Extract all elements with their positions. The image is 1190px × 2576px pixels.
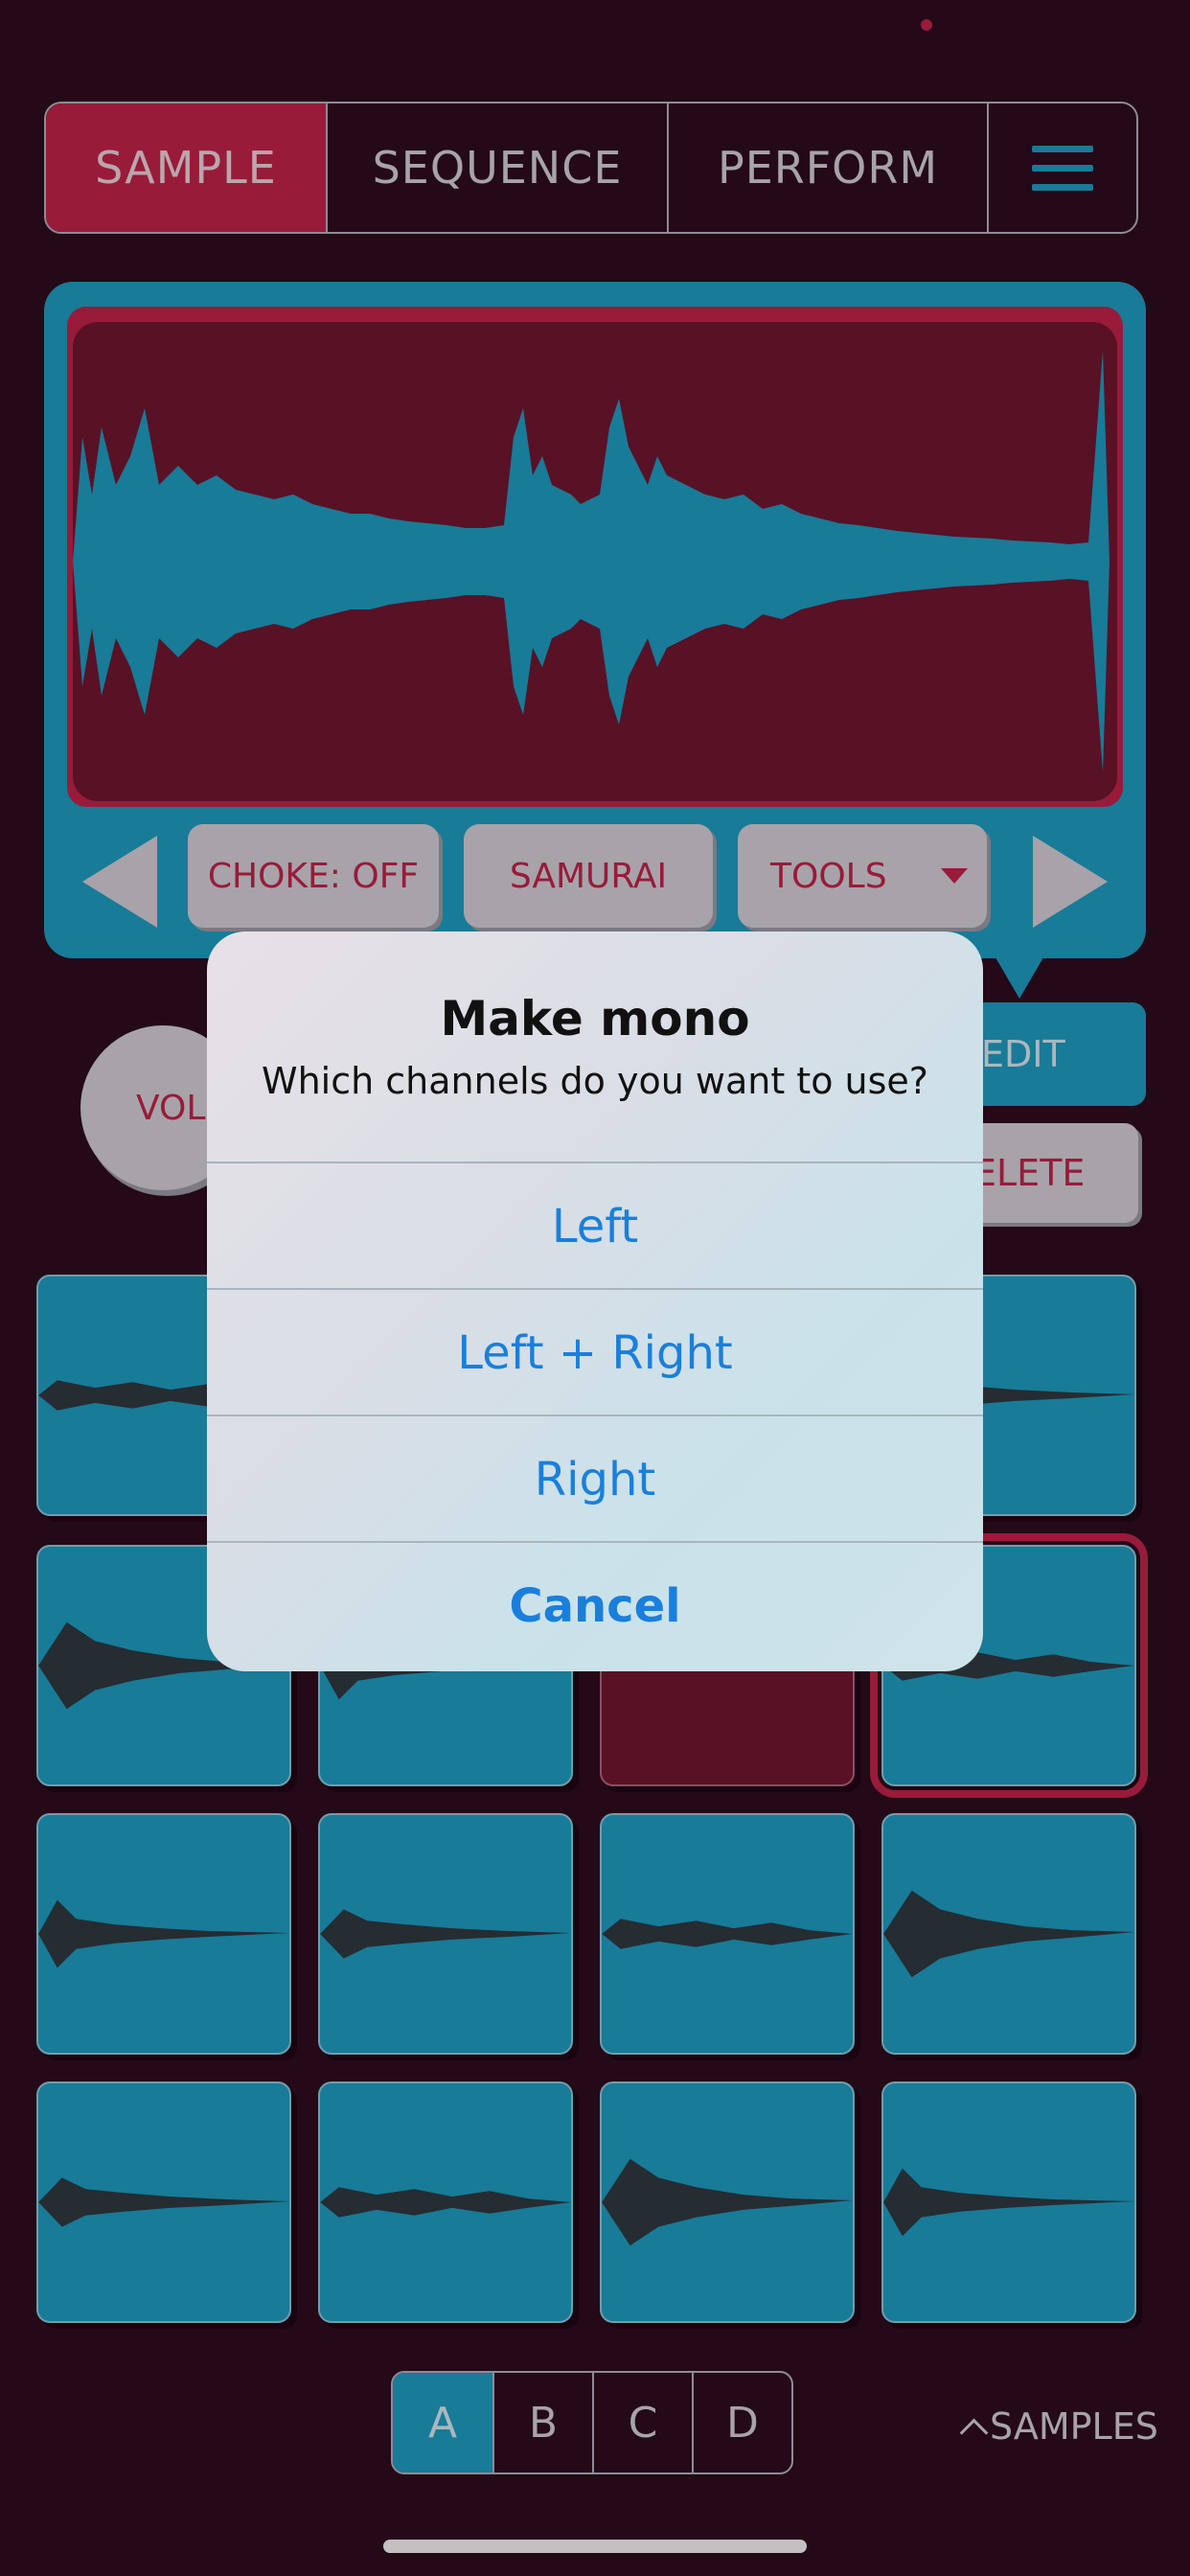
make-mono-dialog: Make mono Which channels do you want to … <box>207 932 983 1671</box>
dialog-message: Which channels do you want to use? <box>262 1060 928 1102</box>
right-channel-button[interactable]: Right <box>207 1414 983 1543</box>
dialog-title: Make mono <box>440 991 750 1046</box>
left-right-channel-button[interactable]: Left + Right <box>207 1288 983 1416</box>
left-channel-button[interactable]: Left <box>207 1162 983 1290</box>
cancel-button[interactable]: Cancel <box>207 1541 983 1669</box>
